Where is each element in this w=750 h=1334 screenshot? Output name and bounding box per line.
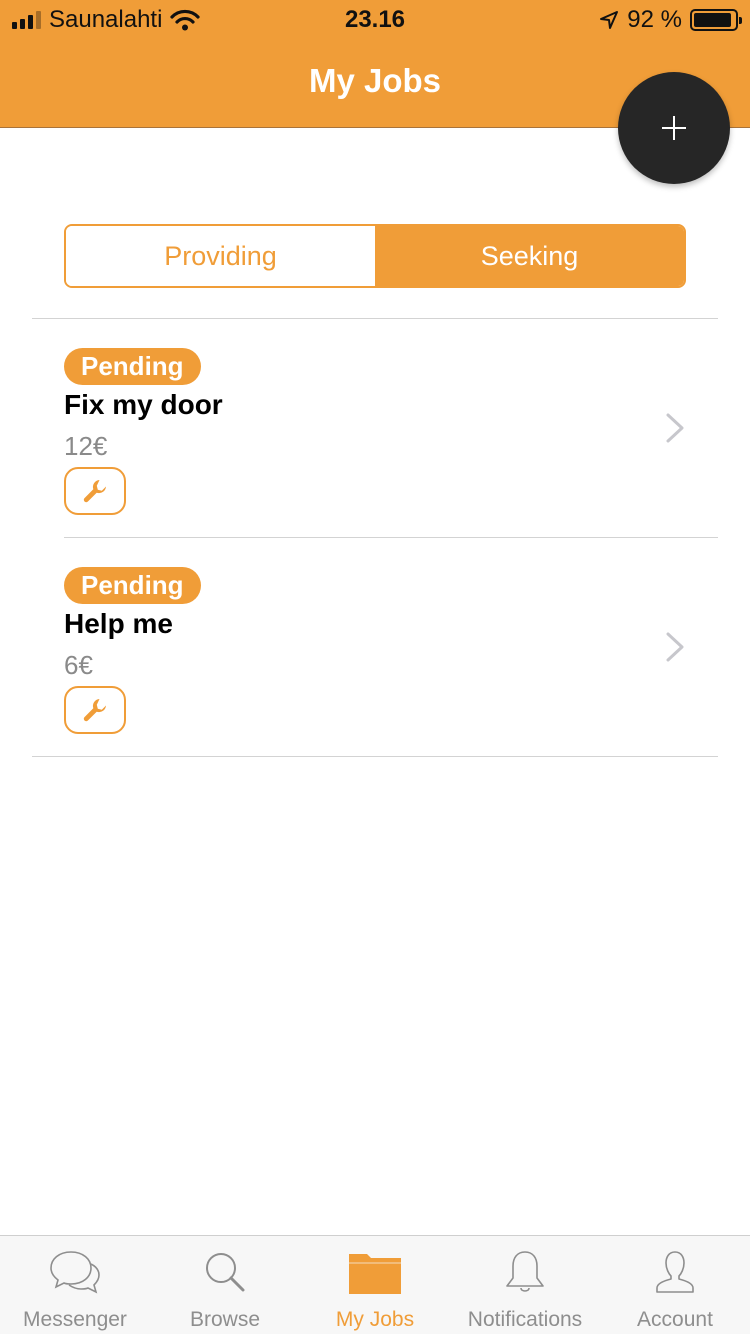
tab-label: My Jobs — [335, 1308, 415, 1331]
wrench-icon — [83, 699, 106, 722]
tab-messenger[interactable]: Messenger — [0, 1236, 150, 1334]
folder-icon — [349, 1254, 401, 1294]
tab-label: Browse — [189, 1308, 261, 1331]
location-arrow-icon — [600, 11, 619, 29]
person-icon — [656, 1251, 694, 1293]
status-bar: Saunalahti 23.16 92 % — [0, 0, 750, 40]
battery-percentage: 92 % — [627, 6, 682, 33]
job-list-item[interactable]: Pending Help me 6€ — [0, 538, 750, 756]
status-right: 92 % — [599, 6, 742, 34]
tab-label: Account — [637, 1308, 713, 1331]
tab-browse[interactable]: Browse — [150, 1236, 300, 1334]
tab-my-jobs[interactable]: My Jobs — [300, 1236, 450, 1334]
battery-level — [694, 13, 731, 27]
plus-icon — [662, 116, 686, 140]
job-price: 6€ — [64, 650, 93, 680]
job-list-item[interactable]: Pending Fix my door 12€ — [0, 319, 750, 537]
wrench-icon — [83, 480, 106, 503]
tab-label: Notifications — [467, 1308, 583, 1331]
category-badge — [64, 686, 126, 734]
providing-seeking-toggle: Providing Seeking — [64, 224, 686, 288]
job-title: Help me — [64, 608, 173, 639]
tab-bar: Messenger Browse My Jobs Notifications A… — [0, 1235, 750, 1334]
list-bottom-divider — [32, 756, 718, 757]
tab-notifications[interactable]: Notifications — [450, 1236, 600, 1334]
tab-account[interactable]: Account — [600, 1236, 750, 1334]
job-price: 12€ — [64, 431, 108, 461]
segment-providing[interactable]: Providing — [66, 226, 375, 286]
status-badge: Pending — [64, 567, 201, 604]
chevron-right-icon — [666, 413, 684, 443]
job-title: Fix my door — [64, 389, 223, 420]
tab-label: Messenger — [23, 1308, 127, 1331]
segment-seeking[interactable]: Seeking — [375, 226, 684, 286]
category-badge — [64, 467, 126, 515]
search-icon — [206, 1253, 245, 1292]
chevron-right-icon — [666, 632, 684, 662]
chat-bubbles-icon — [50, 1251, 100, 1294]
bell-icon — [506, 1251, 544, 1292]
add-job-button[interactable] — [618, 72, 730, 184]
status-badge: Pending — [64, 348, 201, 385]
battery-icon — [690, 9, 742, 31]
